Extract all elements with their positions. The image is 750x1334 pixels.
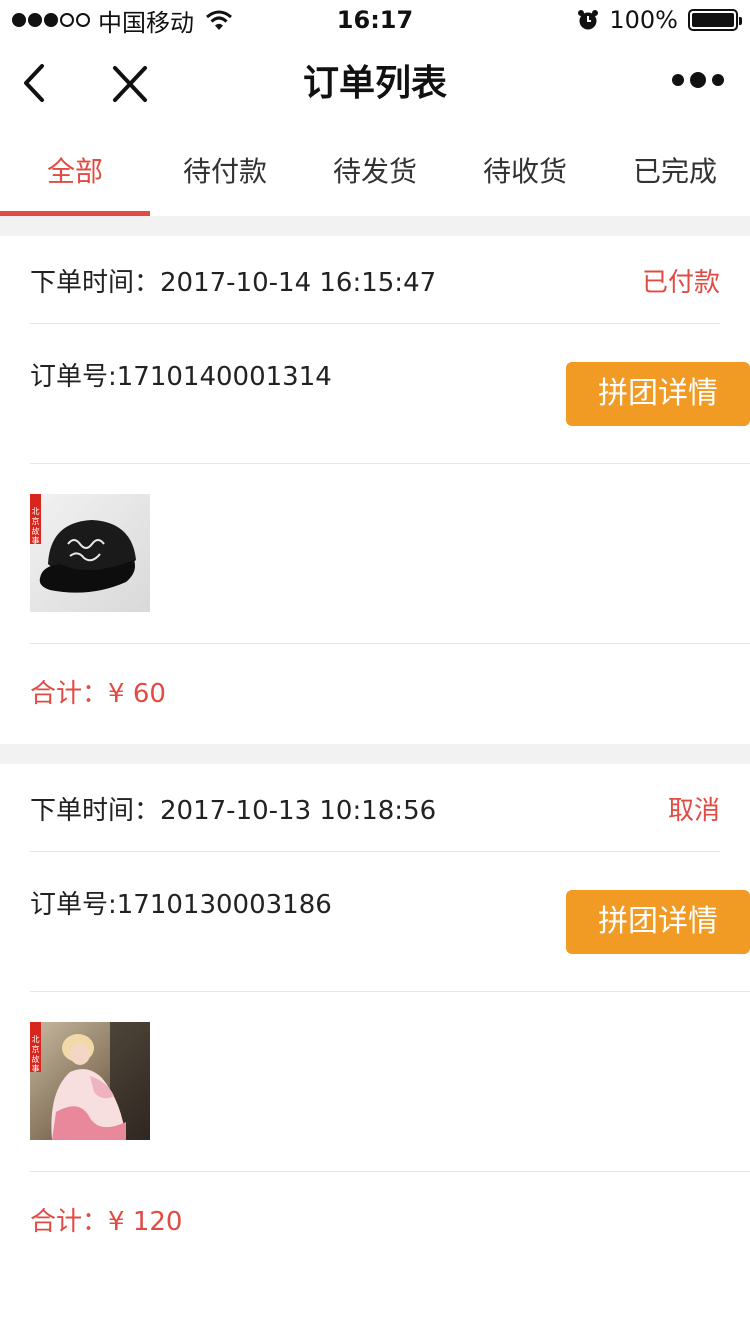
group-buy-detail-button[interactable]: 拼团详情 [566, 362, 750, 426]
order-number-row: 订单号:1710130003186 拼团详情 [30, 852, 750, 992]
order-time: 下单时间：2017-10-14 16:15:47 [30, 262, 436, 299]
order-number: 订单号:1710130003186 [30, 884, 332, 921]
order-card[interactable]: 下单时间：2017-10-13 10:18:56 取消 订单号:17101300… [0, 764, 750, 1272]
order-total: 合计：¥ 120 [30, 1172, 182, 1272]
svg-text:北: 北 [32, 1035, 40, 1044]
order-total: 合计：¥ 60 [30, 644, 166, 744]
order-status: 取消 [667, 796, 720, 826]
order-time-value: 2017-10-14 16:15:47 [160, 268, 437, 298]
order-number: 订单号:1710140001314 [30, 356, 332, 393]
order-total-value: ¥ 120 [108, 1207, 183, 1237]
order-status-tabs: 全部 待付款 待发货 待收货 已完成 [0, 130, 750, 216]
product-row: 北 京 故 事 [30, 992, 750, 1172]
svg-text:故: 故 [32, 526, 40, 536]
order-total-value: ¥ 60 [108, 679, 166, 709]
status-right: 100% [577, 6, 742, 34]
product-image-black-cap[interactable]: 北 京 故 事 [30, 494, 150, 612]
order-number-label: 订单号: [30, 890, 117, 920]
svg-text:京: 京 [32, 516, 40, 526]
svg-text:北: 北 [32, 507, 40, 516]
order-time-label: 下单时间： [30, 796, 161, 826]
order-time-row: 下单时间：2017-10-14 16:15:47 已付款 [30, 236, 720, 324]
alarm-clock-icon [578, 10, 599, 30]
order-number-label: 订单号: [30, 362, 117, 392]
order-time-label: 下单时间： [30, 268, 161, 298]
tab-all[interactable]: 全部 [0, 130, 150, 216]
order-time: 下单时间：2017-10-13 10:18:56 [30, 790, 436, 827]
battery-icon [688, 9, 742, 31]
product-row: 北 京 故 事 [30, 464, 750, 644]
order-total-label: 合计： [30, 679, 109, 709]
more-options-icon[interactable] [672, 72, 724, 88]
tab-completed[interactable]: 已完成 [600, 130, 750, 216]
order-total-label: 合计： [30, 1207, 109, 1237]
svg-text:故: 故 [32, 1054, 40, 1064]
product-image-pink-dress[interactable]: 北 京 故 事 [30, 1022, 150, 1140]
tab-pending-shipment[interactable]: 待发货 [300, 130, 450, 216]
tab-pending-receipt[interactable]: 待收货 [450, 130, 600, 216]
order-time-value: 2017-10-13 10:18:56 [160, 796, 437, 826]
battery-percentage: 100% [609, 6, 678, 34]
tab-pending-payment[interactable]: 待付款 [150, 130, 300, 216]
order-status: 已付款 [641, 268, 720, 298]
order-number-value: 1710130003186 [116, 890, 332, 920]
order-card[interactable]: 下单时间：2017-10-14 16:15:47 已付款 订单号:1710140… [0, 236, 750, 744]
order-number-row: 订单号:1710140001314 拼团详情 [30, 324, 750, 464]
svg-text:事: 事 [32, 1063, 40, 1073]
svg-text:事: 事 [32, 535, 40, 545]
group-buy-detail-button[interactable]: 拼团详情 [566, 890, 750, 954]
order-number-value: 1710140001314 [116, 362, 332, 392]
order-time-row: 下单时间：2017-10-13 10:18:56 取消 [30, 764, 720, 852]
page-title: 订单列表 [302, 63, 447, 104]
svg-text:京: 京 [32, 1044, 40, 1054]
section-divider [0, 216, 750, 236]
status-bar: 中国移动 16:17 100% [0, 0, 750, 40]
section-divider [0, 744, 750, 764]
navigation-bar: 订单列表 [0, 40, 750, 130]
